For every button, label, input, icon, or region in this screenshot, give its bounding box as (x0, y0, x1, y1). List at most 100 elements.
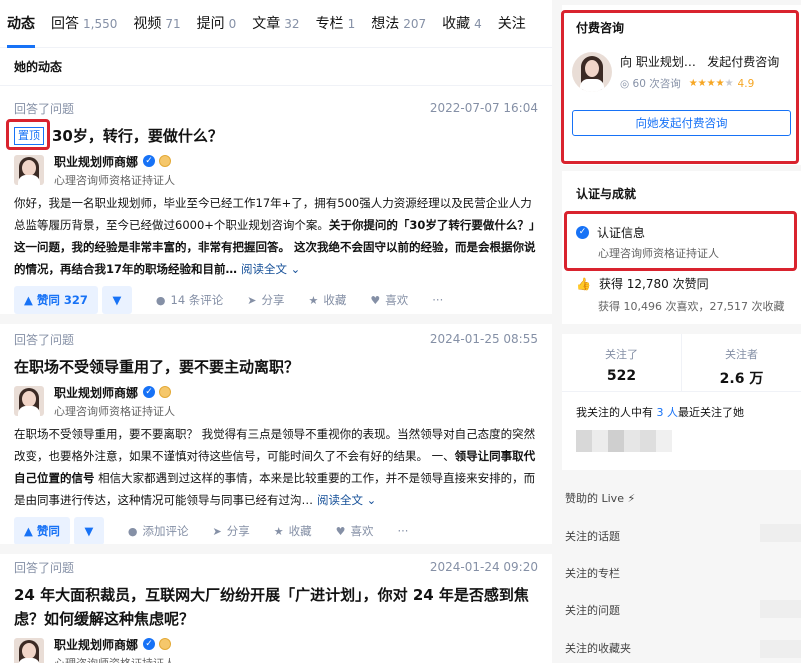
avatar[interactable] (14, 638, 44, 663)
more-button[interactable]: ··· (432, 293, 443, 307)
author-info: 职业规划师商娜 ✓ 心理咨询师资格证持证人 (14, 383, 538, 419)
item-type: 回答了问题 (14, 332, 75, 347)
share-button[interactable]: ➤ 分享 (212, 523, 249, 539)
upvote-button[interactable]: ▲ 赞同 327 (14, 286, 98, 314)
sidebar-link-topics[interactable]: 关注的话题 (565, 528, 620, 544)
comment-button[interactable]: ● 14 条评论 (156, 292, 223, 308)
heart-icon: ♥ (335, 524, 346, 538)
star-icon: ★ (308, 293, 319, 307)
share-button[interactable]: ➤ 分享 (247, 292, 284, 308)
start-consult-button[interactable]: 向她发起付费咨询 (572, 110, 791, 136)
tab-thoughts[interactable]: 想法 207 (371, 0, 426, 48)
verified-icon: ✓ (576, 226, 589, 239)
rating-stars: ★★★★★ (688, 78, 734, 89)
consult-name: 向 职业规划… (620, 55, 696, 69)
tab-following[interactable]: 关注 (498, 0, 526, 48)
comment-button[interactable]: ● 添加评论 (128, 523, 189, 539)
downvote-button[interactable]: ▼ (101, 286, 132, 314)
upvote-icon: ▲ (24, 524, 33, 538)
upvote-button[interactable]: ▲ 赞同 (14, 517, 70, 545)
sidebar-link-questions[interactable]: 关注的问题 (565, 602, 620, 618)
avatar[interactable] (572, 52, 612, 92)
comment-icon: ● (127, 524, 138, 538)
like-button[interactable]: ♥ 喜欢 (370, 292, 408, 308)
feed-item: 回答了问题 2024-01-24 09:20 24 年大面积裁员，互联网大厂纷纷… (0, 557, 552, 663)
consult-title: 付费咨询 (576, 21, 625, 35)
mutual-followers: 我关注的人中有 3 人最近关注了她 (576, 406, 744, 419)
downvote-icon: ▼ (112, 293, 122, 307)
main-feed: 动态 回答 1,550 视频 71 提问 0 文章 32 专栏 1 想法 207 收藏 4 关… (0, 0, 552, 663)
more-button[interactable]: ··· (397, 524, 408, 538)
sidebar-link-columns[interactable]: 关注的专栏 (565, 565, 620, 581)
cert-desc: 心理咨询师资格证持证人 (598, 247, 719, 260)
item-time: 2022-07-07 16:04 (429, 101, 538, 115)
sidebar-link-collections[interactable]: 关注的收藏夹 (565, 640, 631, 656)
rating-value: 4.9 (737, 77, 755, 90)
verified-icon: ✓ (143, 386, 156, 398)
feed-item: 回答了问题 2024-01-25 08:55 在职场不受领导重用了，要不要主动离… (0, 329, 552, 545)
collect-button[interactable]: ★ 收藏 (309, 292, 347, 308)
level-badge-icon (159, 638, 172, 650)
tab-activity[interactable]: 动态 (7, 0, 35, 48)
cert-title: 认证与成就 (576, 187, 637, 201)
divider (0, 544, 552, 554)
mutual-avatars[interactable] (562, 420, 801, 462)
question-title[interactable]: 在职场不受领导重用了，要不要主动离职？ (14, 355, 299, 379)
level-badge-icon (159, 155, 172, 167)
more-icon: ··· (432, 293, 444, 307)
like-button[interactable]: ♥ 喜欢 (336, 523, 374, 539)
chevron-down-icon: ⌄ (366, 493, 377, 507)
divider (0, 314, 552, 324)
tab-videos[interactable]: 视频 71 (133, 0, 180, 48)
tab-answers[interactable]: 回答 1,550 (51, 0, 117, 48)
tab-collections[interactable]: 收藏 4 (442, 0, 482, 48)
item-title-row: 置顶 30岁，转行，要做什么？ (14, 124, 538, 148)
consult-count: 60 次咨询 (632, 78, 681, 90)
item-time: 2024-01-24 09:20 (429, 560, 538, 574)
question-title[interactable]: 24 年大面积裁员，互联网大厂纷纷开展「广进计划」，你对 24 年是否感到焦虑？… (14, 583, 538, 631)
avatar[interactable] (14, 386, 44, 416)
item-title-row: 在职场不受领导重用了，要不要主动离职？ (14, 355, 538, 379)
read-more-link[interactable]: 阅读全文 ⌄ (241, 262, 300, 276)
section-title: 她的动态 (0, 48, 552, 86)
consult-action[interactable]: 发起付费咨询 (707, 55, 779, 69)
likes-sub: 获得 10,496 次喜欢，27,517 次收藏 (598, 300, 785, 313)
count-placeholder (760, 600, 801, 618)
consult-row: 向 职业规划… 发起付费咨询 ◎ 60 次咨询 ★★★★★ 4.9 (562, 52, 801, 92)
author-name[interactable]: 职业规划师商娜 (54, 153, 138, 170)
item-time: 2024-01-25 08:55 (429, 332, 538, 346)
answer-excerpt[interactable]: 在职场不受领导重用，要不要离职？ 我觉得有三点是领导不重视你的表现。当然领导对自… (14, 423, 538, 511)
heart-icon: ♥ (370, 293, 381, 307)
tab-articles[interactable]: 文章 32 (252, 0, 299, 48)
author-name[interactable]: 职业规划师商娜 (54, 384, 138, 401)
tab-columns[interactable]: 专栏 1 (316, 0, 356, 48)
collect-button[interactable]: ★ 收藏 (274, 523, 312, 539)
cert-card: 认证与成就 ✓ 认证信息 心理咨询师资格证持证人 👍 获得 12,780 次赞同 获… (562, 171, 801, 324)
author-desc: 心理咨询师资格证持证人 (54, 173, 175, 187)
likes-row: 👍 获得 12,780 次赞同 (576, 276, 709, 292)
share-icon: ➤ (247, 293, 257, 307)
action-bar: ▲ 赞同 ▼ ● 添加评论 ➤ 分享 ★ 收藏 ♥ 喜欢 ··· (14, 517, 538, 545)
count-placeholder (760, 640, 801, 658)
item-type: 回答了问题 (14, 101, 75, 116)
cert-info[interactable]: ✓ 认证信息 (562, 224, 801, 241)
verified-icon: ✓ (143, 155, 156, 167)
read-more-link[interactable]: 阅读全文 ⌄ (317, 493, 376, 507)
author-name[interactable]: 职业规划师商娜 (54, 636, 138, 653)
item-type: 回答了问题 (14, 560, 75, 575)
follow-stats: 关注了 522 关注者 2.6 万 (562, 334, 801, 392)
profile-tabs: 动态 回答 1,550 视频 71 提问 0 文章 32 专栏 1 想法 207 收藏 4 关… (0, 0, 552, 48)
tab-questions[interactable]: 提问 0 (197, 0, 237, 48)
following-stat[interactable]: 关注了 522 (562, 334, 681, 391)
feed-item: 回答了问题 2022-07-07 16:04 置顶 30岁，转行，要做什么？ 职… (0, 98, 552, 314)
avatar[interactable] (14, 155, 44, 185)
share-icon: ➤ (212, 524, 222, 538)
sidebar-link-live[interactable]: 赞助的 Live ⚡ (565, 490, 635, 506)
more-icon: ··· (397, 524, 409, 538)
question-title[interactable]: 30岁，转行，要做什么？ (52, 124, 223, 148)
verified-icon: ✓ (143, 638, 156, 650)
followers-stat[interactable]: 关注者 2.6 万 (681, 334, 801, 391)
downvote-button[interactable]: ▼ (73, 517, 104, 545)
answer-excerpt[interactable]: 你好，我是一名职业规划师，毕业至今已经工作17年+了，拥有500强人力资源经理以… (14, 192, 538, 280)
author-desc: 心理咨询师资格证持证人 (54, 656, 175, 663)
